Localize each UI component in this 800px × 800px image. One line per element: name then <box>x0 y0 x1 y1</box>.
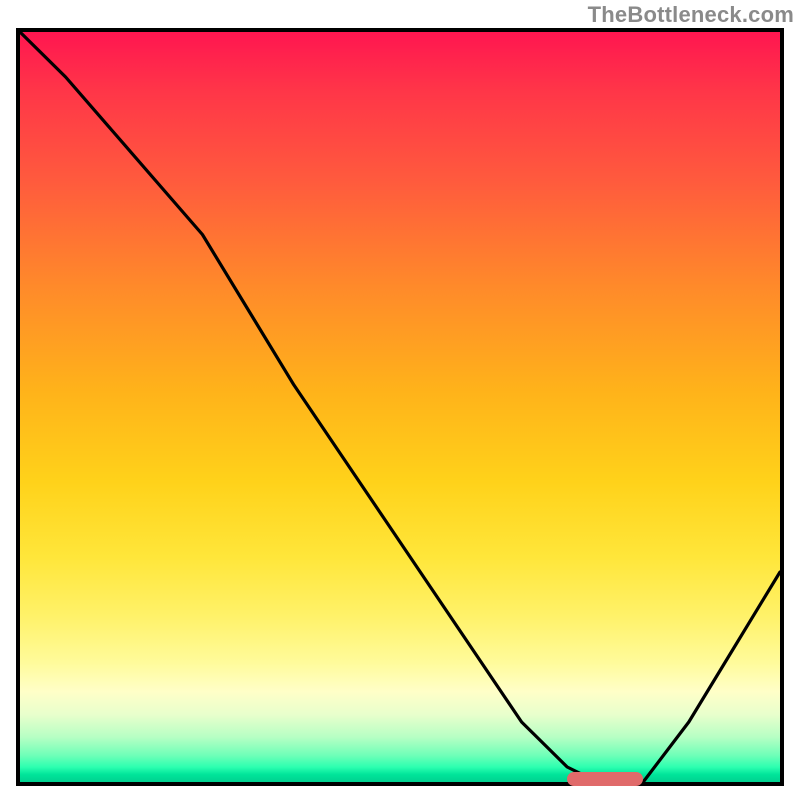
plot-area <box>20 32 780 782</box>
bottleneck-curve <box>20 32 780 782</box>
optimal-range-marker <box>567 772 643 786</box>
watermark-text: TheBottleneck.com <box>588 2 794 28</box>
curve-path <box>20 32 780 782</box>
plot-frame <box>16 28 784 786</box>
chart-container: TheBottleneck.com <box>0 0 800 800</box>
